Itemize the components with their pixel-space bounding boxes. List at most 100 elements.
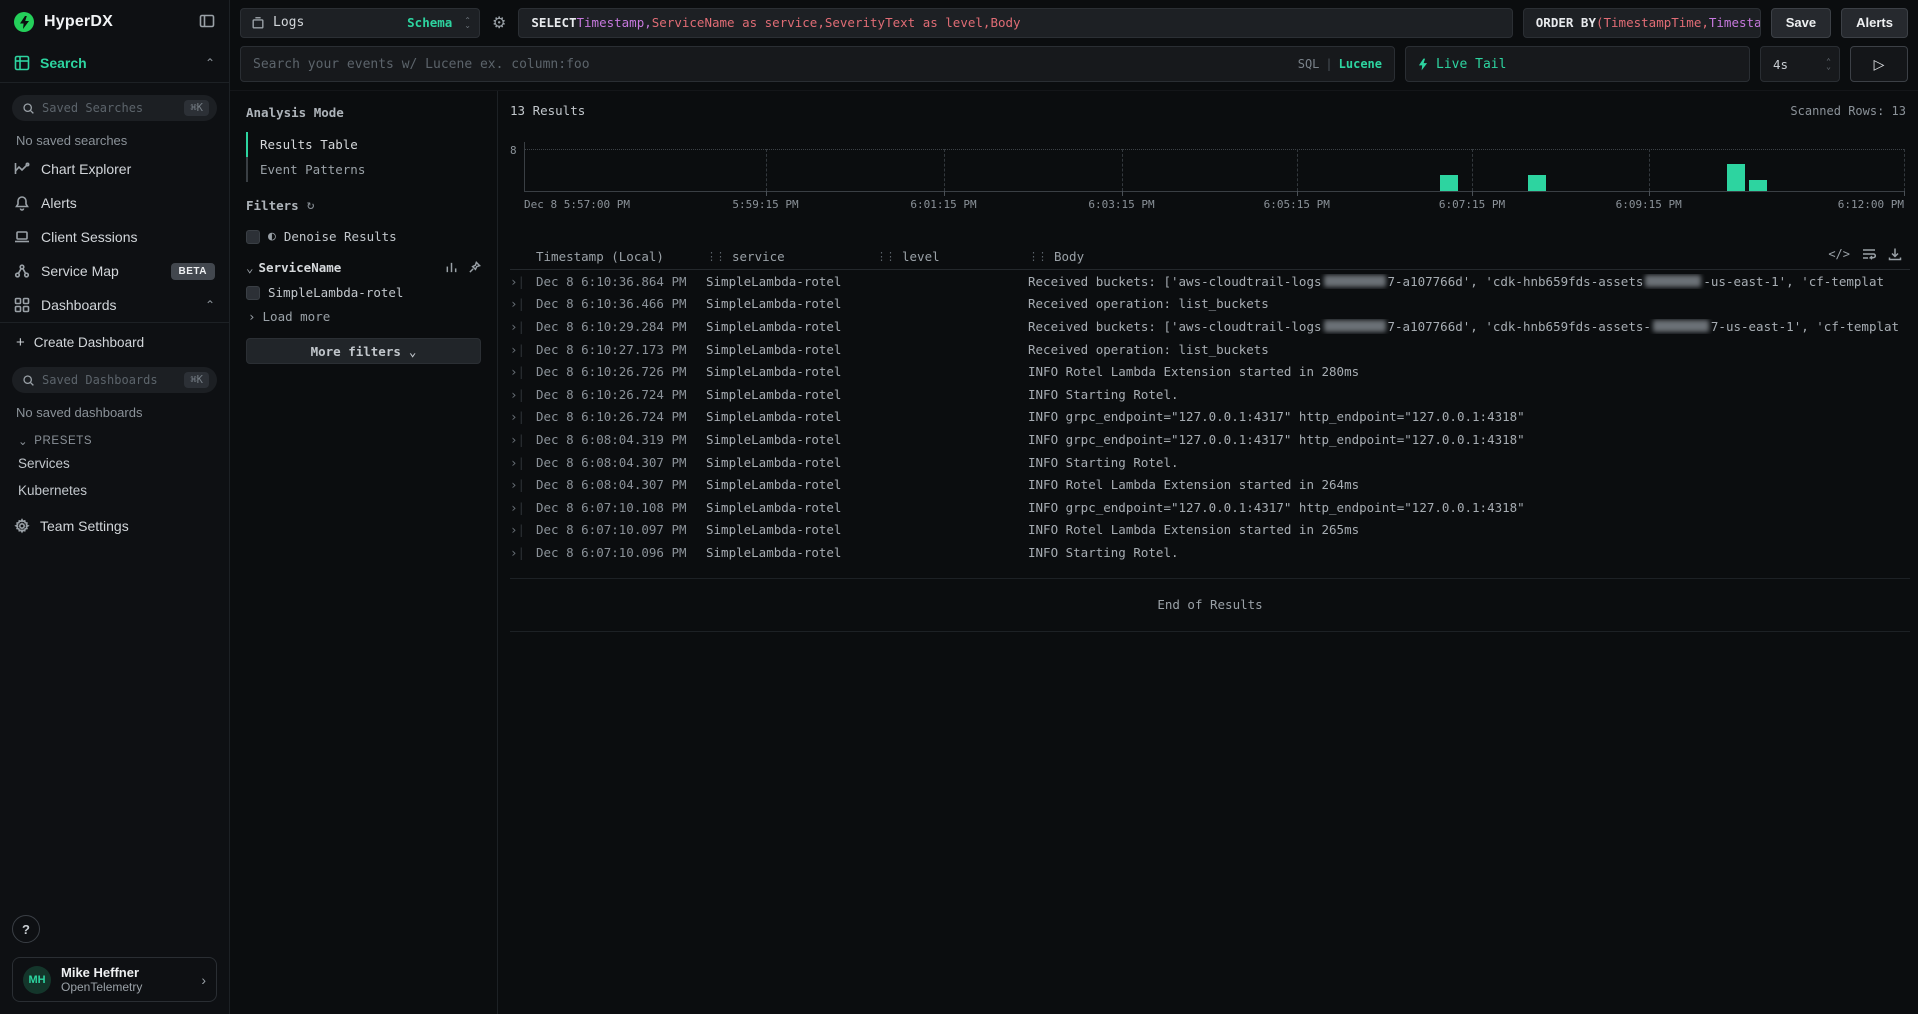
table-row[interactable]: ›|Dec 8 6:07:10.097 PMSimpleLambda-rotel… — [510, 519, 1910, 542]
event-search-input[interactable] — [253, 57, 1290, 72]
checkbox[interactable] — [246, 230, 260, 244]
sql-select-expression[interactable]: SELECT Timestamp, ServiceName as service… — [518, 8, 1512, 38]
saved-searches-searchbox[interactable]: ⌘K — [12, 95, 217, 121]
chevron-up-icon[interactable]: ⌃ — [205, 56, 215, 70]
column-header-service[interactable]: ⋮⋮service — [706, 249, 876, 264]
more-filters-button[interactable]: More filters ⌄ — [246, 338, 481, 364]
wrap-lines-icon[interactable] — [1862, 247, 1876, 261]
sidebar-item-chart-explorer[interactable]: Chart Explorer — [0, 152, 229, 186]
table-row[interactable]: ›|Dec 8 6:10:26.726 PMSimpleLambda-rotel… — [510, 360, 1910, 383]
bar-chart-icon[interactable] — [445, 261, 458, 274]
language-toggle[interactable]: SQL|Lucene — [1298, 57, 1382, 71]
pin-icon[interactable] — [468, 261, 481, 274]
team-settings-label: Team Settings — [40, 518, 129, 534]
cell-service: SimpleLambda-rotel — [706, 432, 876, 447]
topbar: Logs Schema ⌃⌄ ⚙ SELECT Timestamp, Servi… — [230, 0, 1918, 44]
histogram-bar[interactable] — [1440, 175, 1458, 191]
histogram-bar[interactable] — [1727, 164, 1745, 191]
denoise-results-checkbox-row[interactable]: ◐ Denoise Results — [246, 225, 481, 248]
saved-dashboards-searchbox[interactable]: ⌘K — [12, 367, 217, 393]
load-more-button[interactable]: › Load more — [246, 304, 481, 326]
table-row[interactable]: ›|Dec 8 6:08:04.307 PMSimpleLambda-rotel… — [510, 451, 1910, 474]
mode-results-table[interactable]: Results Table — [246, 132, 481, 157]
alerts-button[interactable]: Alerts — [1841, 8, 1908, 38]
source-settings-gear-icon[interactable]: ⚙ — [490, 13, 508, 33]
column-header-body[interactable]: ⋮⋮Body — [1028, 249, 1910, 264]
column-header-timestamp[interactable]: Timestamp (Local) — [536, 249, 706, 264]
expand-row-icon[interactable]: › — [510, 455, 518, 470]
filter-option-simplelambda-rotel[interactable]: SimpleLambda-rotel — [246, 281, 481, 304]
checkbox[interactable] — [246, 286, 260, 300]
saved-dashboards-input[interactable] — [42, 373, 177, 387]
lang-lucene[interactable]: Lucene — [1339, 57, 1382, 71]
download-icon[interactable] — [1888, 247, 1902, 261]
save-button[interactable]: Save — [1771, 8, 1831, 38]
expand-row-icon[interactable]: › — [510, 522, 518, 537]
row-divider: | — [518, 500, 526, 515]
events-histogram[interactable]: 8 Dec 8 5:57:00 PM5:59:15 PM6:01:15 PM6:… — [510, 142, 1910, 214]
refresh-icon[interactable]: ↻ — [307, 198, 315, 213]
table-row[interactable]: ›|Dec 8 6:10:26.724 PMSimpleLambda-rotel… — [510, 383, 1910, 406]
cell-body: Received operation: list_buckets — [1028, 342, 1910, 357]
cell-service: SimpleLambda-rotel — [706, 522, 876, 537]
run-query-button[interactable]: ▷ — [1850, 46, 1908, 82]
histogram-bar[interactable] — [1749, 180, 1767, 191]
sidebar-item-client-sessions[interactable]: Client Sessions — [0, 220, 229, 254]
expand-row-icon[interactable]: › — [510, 319, 518, 334]
table-row[interactable]: ›|Dec 8 6:10:36.466 PMSimpleLambda-rotel… — [510, 293, 1910, 316]
sidebar-collapse-icon[interactable] — [199, 13, 215, 32]
row-divider: | — [518, 477, 526, 492]
table-row[interactable]: ›|Dec 8 6:07:10.096 PMSimpleLambda-rotel… — [510, 541, 1910, 564]
sidebar-item-search[interactable]: Search ⌃ — [0, 44, 229, 82]
histogram-bar[interactable] — [1528, 175, 1546, 191]
live-tail-button[interactable]: Live Tail — [1405, 46, 1750, 82]
expand-row-icon[interactable]: › — [510, 500, 518, 515]
sql-token: SELECT — [531, 15, 576, 30]
table-row[interactable]: ›|Dec 8 6:10:29.284 PMSimpleLambda-rotel… — [510, 315, 1910, 338]
schema-link[interactable]: Schema — [407, 15, 452, 30]
interval-select[interactable]: 4s ⌃⌄ — [1760, 46, 1840, 82]
chevron-up-icon[interactable]: ⌃ — [205, 298, 215, 312]
user-menu[interactable]: MH Mike Heffner OpenTelemetry › — [12, 957, 217, 1002]
source-select[interactable]: Logs Schema ⌃⌄ — [240, 8, 480, 38]
preset-item-services[interactable]: Services — [0, 450, 229, 477]
table-row[interactable]: ›|Dec 8 6:08:04.307 PMSimpleLambda-rotel… — [510, 473, 1910, 496]
event-searchbox[interactable]: SQL|Lucene — [240, 46, 1395, 82]
help-button[interactable]: ? — [12, 915, 40, 943]
expand-row-icon[interactable]: › — [510, 364, 518, 379]
expand-row-icon[interactable]: › — [510, 296, 518, 311]
expand-row-icon[interactable]: › — [510, 387, 518, 402]
sidebar-item-team-settings[interactable]: Team Settings — [0, 504, 229, 548]
drag-grip-icon[interactable]: ⋮⋮ — [1028, 250, 1046, 263]
shortcut-badge: ⌘K — [184, 372, 209, 388]
expand-row-icon[interactable]: › — [510, 409, 518, 424]
sidebar-item-service-map[interactable]: Service Map BETA — [0, 254, 229, 288]
code-view-icon[interactable]: </> — [1828, 247, 1850, 261]
service-map-icon — [14, 263, 30, 279]
table-row[interactable]: ›|Dec 8 6:10:27.173 PMSimpleLambda-rotel… — [510, 338, 1910, 361]
no-saved-searches-text: No saved searches — [0, 121, 229, 152]
lang-sql[interactable]: SQL — [1298, 57, 1320, 71]
create-dashboard-button[interactable]: + Create Dashboard — [0, 323, 229, 355]
histogram-plot-area[interactable] — [524, 142, 1904, 192]
column-header-level[interactable]: ⋮⋮level — [876, 249, 1028, 264]
sidebar-item-alerts[interactable]: Alerts — [0, 186, 229, 220]
drag-grip-icon[interactable]: ⋮⋮ — [706, 250, 724, 263]
table-row[interactable]: ›|Dec 8 6:07:10.108 PMSimpleLambda-rotel… — [510, 496, 1910, 519]
drag-grip-icon[interactable]: ⋮⋮ — [876, 250, 894, 263]
preset-item-kubernetes[interactable]: Kubernetes — [0, 477, 229, 504]
expand-row-icon[interactable]: › — [510, 545, 518, 560]
saved-searches-input[interactable] — [42, 101, 177, 115]
expand-row-icon[interactable]: › — [510, 477, 518, 492]
sidebar-item-dashboards[interactable]: Dashboards ⌃ — [0, 288, 229, 322]
sql-orderby-expression[interactable]: ORDER BY (TimestampTime, Timestamp) DESC — [1523, 8, 1761, 38]
presets-toggle[interactable]: ⌄ PRESETS — [0, 424, 229, 450]
table-row[interactable]: ›|Dec 8 6:10:26.724 PMSimpleLambda-rotel… — [510, 406, 1910, 429]
expand-row-icon[interactable]: › — [510, 342, 518, 357]
filter-group-servicename[interactable]: ⌄ ServiceName — [246, 260, 481, 275]
expand-row-icon[interactable]: › — [510, 274, 518, 289]
table-row[interactable]: ›|Dec 8 6:10:36.864 PMSimpleLambda-rotel… — [510, 270, 1910, 293]
table-row[interactable]: ›|Dec 8 6:08:04.319 PMSimpleLambda-rotel… — [510, 428, 1910, 451]
mode-event-patterns[interactable]: Event Patterns — [246, 157, 481, 182]
expand-row-icon[interactable]: › — [510, 432, 518, 447]
